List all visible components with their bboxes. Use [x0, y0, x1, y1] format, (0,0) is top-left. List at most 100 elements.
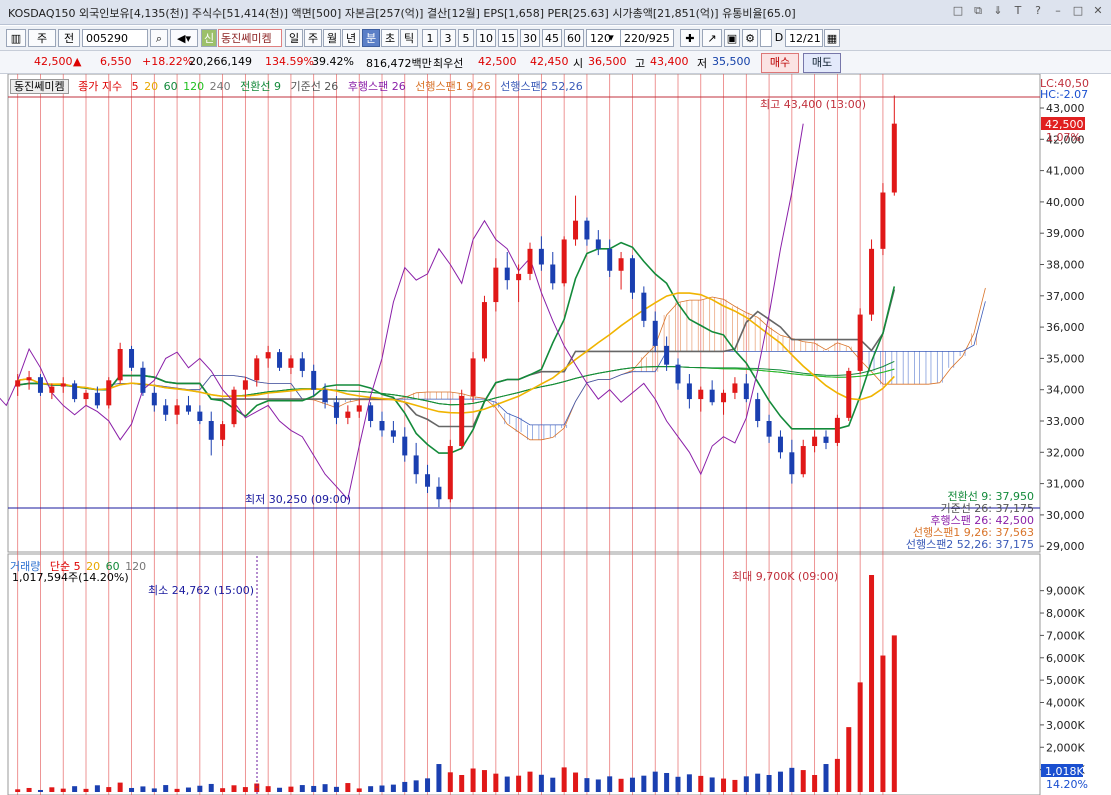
- volume-bar: [891, 635, 897, 792]
- stock-code-input[interactable]: 005290: [82, 29, 148, 47]
- quote-bar: 42,500 ▲ 6,550 +18.22% 20,266,149 134.59…: [0, 51, 1111, 74]
- volume-bar: [800, 770, 806, 792]
- interval-30[interactable]: 30: [520, 29, 540, 47]
- legend-vma5[interactable]: 단순 5: [50, 560, 81, 573]
- legend-ma120[interactable]: 120: [183, 80, 204, 93]
- interval-3[interactable]: 3: [440, 29, 456, 47]
- font-icon[interactable]: T: [1011, 4, 1025, 18]
- help-icon[interactable]: ?: [1031, 4, 1045, 18]
- volume-bar: [823, 764, 829, 792]
- interval-15[interactable]: 15: [498, 29, 518, 47]
- stock-name-box[interactable]: 동진쎄미켐: [218, 29, 282, 47]
- best-ask: 42,500: [478, 55, 517, 68]
- price-tick-label: 33,000: [1046, 415, 1085, 428]
- candle-body: [311, 370, 317, 390]
- restore-icon[interactable]: □: [951, 4, 965, 18]
- candle-body: [561, 239, 567, 284]
- candle-body: [721, 392, 727, 403]
- candle-body: [607, 248, 613, 271]
- prev-button[interactable]: 전: [58, 29, 80, 47]
- crosshair-icon[interactable]: ✚: [680, 29, 700, 47]
- save-icon[interactable]: ▣: [724, 29, 740, 47]
- candle-body: [368, 405, 374, 421]
- high-price: 43,400: [650, 55, 689, 68]
- buy-button[interactable]: 매수: [761, 53, 799, 73]
- calendar-icon[interactable]: ▦: [824, 29, 840, 47]
- volume-bar: [527, 771, 533, 792]
- interval-45[interactable]: 45: [542, 29, 562, 47]
- period-day[interactable]: 일: [285, 29, 303, 47]
- volume-bar: [732, 779, 738, 792]
- candle-body: [652, 320, 658, 346]
- volume-bar: [595, 779, 601, 792]
- tile-icon[interactable]: ⧉: [971, 4, 985, 18]
- volume-bar: [538, 774, 544, 792]
- volume-bar: [151, 788, 157, 792]
- legend-ma240[interactable]: 240: [210, 80, 231, 93]
- date-checkbox[interactable]: [760, 29, 772, 47]
- price-tick-label: 30,000: [1046, 509, 1085, 522]
- volume-bar: [311, 785, 317, 792]
- interval-60[interactable]: 60: [564, 29, 584, 47]
- legend-vma120[interactable]: 120: [125, 560, 146, 573]
- change-rate: +18.22%: [142, 55, 194, 68]
- period-year[interactable]: 년: [342, 29, 360, 47]
- legend-conversion[interactable]: 전환선 9: [240, 80, 281, 93]
- legend-ma20[interactable]: 20: [144, 80, 158, 93]
- min-volume-label: 최소 24,762 (15:00): [148, 584, 254, 597]
- mode-select[interactable]: 주: [28, 29, 56, 47]
- period-week[interactable]: 주: [304, 29, 322, 47]
- price-axis: 43,00042,00041,00040,00039,00038,00037,0…: [1040, 102, 1085, 553]
- gear-icon[interactable]: ⚙: [742, 29, 758, 47]
- current-pct-text: 1.07%: [1046, 131, 1081, 144]
- new-badge: 신: [201, 29, 217, 47]
- legend-ma5[interactable]: 5: [132, 80, 139, 93]
- volume-tick-label: 4,000K: [1046, 697, 1085, 710]
- volume-bar: [356, 788, 362, 792]
- minimize-icon[interactable]: –: [1051, 4, 1065, 18]
- volume-bar: [231, 785, 237, 792]
- interval-5[interactable]: 5: [458, 29, 474, 47]
- legend-close[interactable]: 종가 지수: [78, 80, 122, 93]
- pin-icon[interactable]: ⇓: [991, 4, 1005, 18]
- volume-bar: [265, 786, 271, 792]
- chart-type-icon[interactable]: ▥: [6, 29, 26, 47]
- volume-bar: [117, 782, 123, 792]
- period-second[interactable]: 초: [381, 29, 399, 47]
- period-month[interactable]: 월: [323, 29, 341, 47]
- date-input[interactable]: 12/21: [785, 29, 823, 47]
- legend-vma20[interactable]: 20: [86, 560, 100, 573]
- sell-button[interactable]: 매도: [803, 53, 841, 73]
- legend-volume[interactable]: 거래량: [10, 560, 40, 573]
- legend-leading2[interactable]: 선행스팬2 52,26: [500, 80, 582, 93]
- legend-ma60[interactable]: 60: [164, 80, 178, 93]
- legend-lagging[interactable]: 후행스팬 26: [348, 80, 406, 93]
- speaker-icon[interactable]: ◀▾: [170, 29, 198, 47]
- chevron-down-icon[interactable]: ▾: [604, 29, 618, 47]
- draw-icon[interactable]: ↗: [702, 29, 722, 47]
- maximize-icon[interactable]: □: [1071, 4, 1085, 18]
- volume-bar: [550, 777, 556, 792]
- price-tick-label: 40,000: [1046, 196, 1085, 209]
- interval-1[interactable]: 1: [422, 29, 438, 47]
- volume-bar: [379, 785, 385, 792]
- search-icon[interactable]: ⌕: [150, 29, 168, 47]
- candle-body: [15, 380, 21, 387]
- stock-chart[interactable]: 43,00042,00041,00040,00039,00038,00037,0…: [0, 74, 1111, 795]
- legend-base[interactable]: 기준선 26: [290, 80, 338, 93]
- period-tick[interactable]: 틱: [400, 29, 418, 47]
- price-tick-label: 39,000: [1046, 227, 1085, 240]
- volume-bar: [481, 770, 487, 792]
- legend-stock-name[interactable]: 동진쎄미켐: [10, 79, 69, 94]
- volume-bar: [573, 772, 579, 792]
- period-minute[interactable]: 분: [362, 29, 380, 47]
- candle-body: [151, 392, 157, 406]
- legend-vma60[interactable]: 60: [106, 560, 120, 573]
- count-input[interactable]: 220/925: [620, 29, 674, 47]
- legend-leading1[interactable]: 선행스팬1 9,26: [415, 80, 490, 93]
- close-icon[interactable]: ✕: [1091, 4, 1105, 18]
- interval-10[interactable]: 10: [476, 29, 496, 47]
- volume-bar: [641, 775, 647, 792]
- volume-bar: [37, 789, 43, 792]
- volume-bar: [493, 773, 499, 792]
